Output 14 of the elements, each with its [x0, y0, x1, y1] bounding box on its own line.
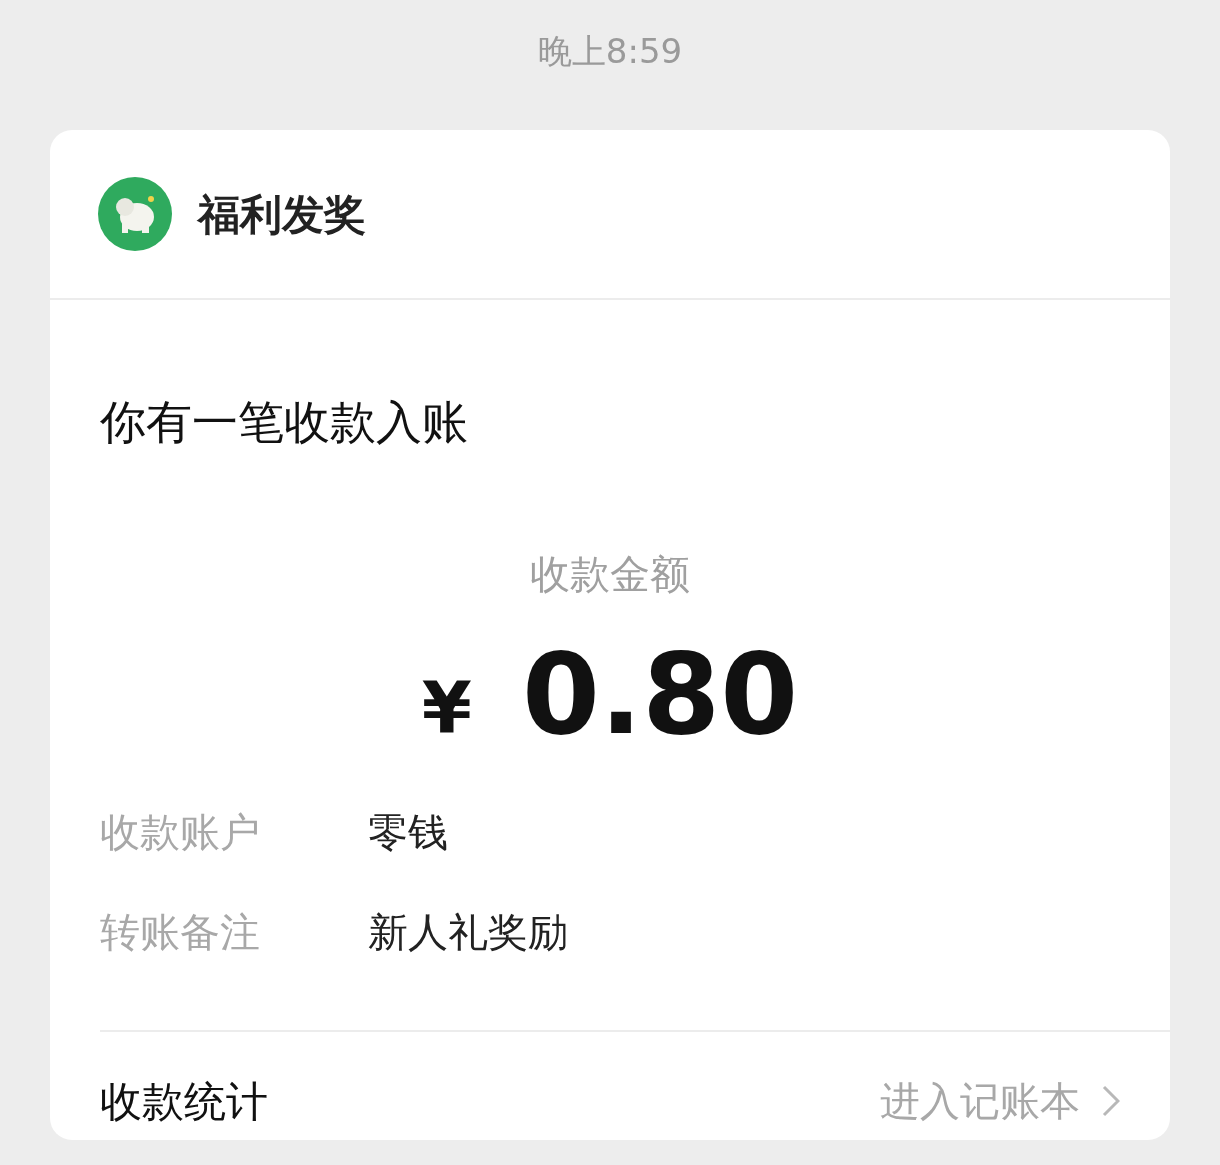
footer-label: 收款统计	[100, 1075, 268, 1128]
currency-symbol: ¥	[421, 665, 472, 752]
amount-label: 收款金额	[529, 550, 691, 598]
chevron-right-icon	[1102, 1085, 1120, 1117]
avatar-icon	[98, 177, 172, 251]
detail-value: 新人礼奖励	[368, 908, 568, 957]
ledger-link[interactable]: 进入记账本	[880, 1071, 1120, 1131]
amount-value: 0.80	[521, 638, 799, 750]
detail-label: 转账备注	[100, 908, 261, 957]
message-time: 晚上8:59	[536, 30, 684, 73]
sender-name: 福利发奖	[198, 188, 366, 241]
detail-value: 零钱	[368, 808, 448, 857]
detail-label: 收款账户	[100, 808, 261, 857]
notification-headline: 你有一笔收款入账	[99, 394, 469, 451]
